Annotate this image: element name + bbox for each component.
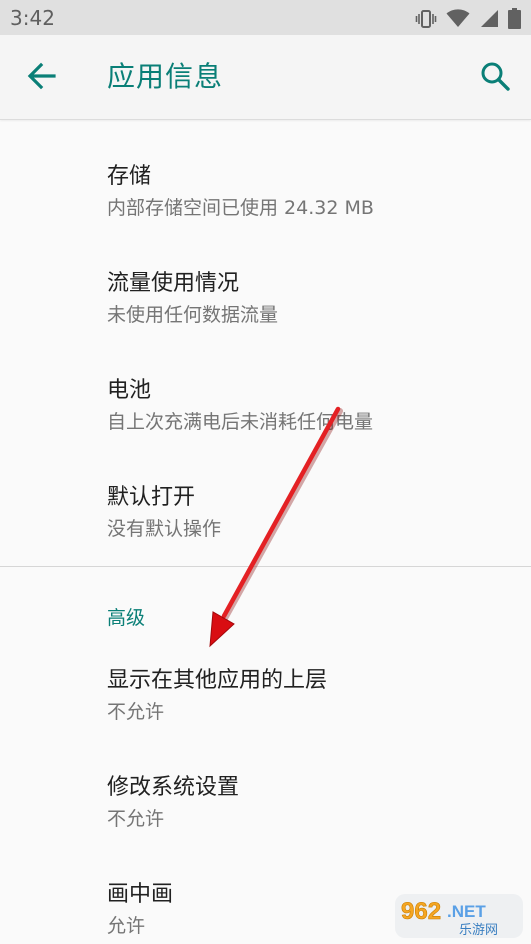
display-over-other-apps-item[interactable]: 显示在其他应用的上层 不允许 [107, 666, 327, 725]
vibrate-icon [415, 9, 437, 29]
storage-item[interactable]: 存储 内部存储空间已使用 24.32 MB [107, 162, 374, 221]
picture-in-picture-item[interactable]: 画中画 允许 [107, 880, 173, 939]
status-bar: 3:42 [0, 0, 531, 35]
wifi-icon [446, 9, 470, 28]
advanced-section-header: 高级 [107, 607, 146, 629]
section-divider [0, 566, 531, 567]
storage-title: 存储 [107, 164, 152, 189]
watermark-subtext: 乐游网 [459, 923, 498, 938]
page-title: 应用信息 [107, 60, 224, 93]
picture-in-picture-title: 画中画 [107, 882, 174, 907]
modify-system-settings-title: 修改系统设置 [107, 775, 240, 800]
battery-title: 电池 [107, 378, 152, 403]
watermark-suffix: .NET [447, 902, 486, 921]
display-over-other-apps-summary: 不允许 [107, 701, 165, 723]
search-icon[interactable] [479, 60, 511, 92]
picture-in-picture-summary: 允许 [107, 915, 146, 937]
modify-system-settings-summary: 不允许 [107, 808, 165, 830]
status-time: 3:42 [10, 6, 55, 30]
app-bar: 应用信息 [0, 35, 531, 120]
watermark-number: 962 [401, 898, 441, 925]
watermark-logo: 962 .NET 乐游网 [395, 892, 525, 940]
battery-icon [508, 8, 521, 29]
settings-list: 存储 内部存储空间已使用 24.32 MB 流量使用情况 未使用任何数据流量 电… [0, 120, 531, 944]
battery-summary: 自上次充满电后未消耗任何电量 [107, 411, 374, 433]
data-usage-item[interactable]: 流量使用情况 未使用任何数据流量 [107, 269, 278, 328]
back-arrow-icon[interactable] [25, 59, 59, 93]
status-icons [415, 8, 521, 29]
battery-item[interactable]: 电池 自上次充满电后未消耗任何电量 [107, 376, 373, 435]
data-usage-summary: 未使用任何数据流量 [107, 304, 279, 326]
signal-icon [479, 9, 499, 28]
modify-system-settings-item[interactable]: 修改系统设置 不允许 [107, 773, 239, 832]
data-usage-title: 流量使用情况 [107, 271, 240, 296]
storage-summary: 内部存储空间已使用 24.32 MB [107, 197, 374, 219]
display-over-other-apps-title: 显示在其他应用的上层 [107, 668, 328, 693]
open-by-default-title: 默认打开 [107, 485, 196, 510]
open-by-default-summary: 没有默认操作 [107, 518, 222, 540]
open-by-default-item[interactable]: 默认打开 没有默认操作 [107, 483, 221, 542]
